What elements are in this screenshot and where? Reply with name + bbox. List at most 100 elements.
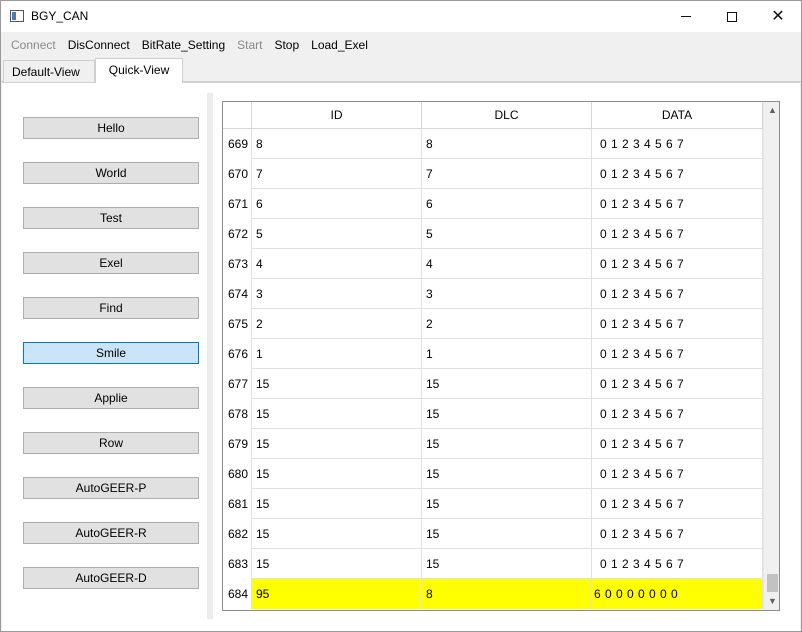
table-row[interactable]: 680 15 15 0 1 2 3 4 5 6 7: [223, 459, 763, 489]
title-bar[interactable]: BGY_CAN ✕: [1, 1, 801, 32]
cell-data[interactable]: 0 1 2 3 4 5 6 7: [592, 129, 763, 159]
cell-data[interactable]: 0 1 2 3 4 5 6 7: [592, 279, 763, 309]
table-row[interactable]: 676 1 1 0 1 2 3 4 5 6 7: [223, 339, 763, 369]
cell-data[interactable]: 0 1 2 3 4 5 6 7: [592, 189, 763, 219]
table-row[interactable]: 677 15 15 0 1 2 3 4 5 6 7: [223, 369, 763, 399]
quick-button-test[interactable]: Test: [23, 207, 199, 229]
table-row[interactable]: 683 15 15 0 1 2 3 4 5 6 7: [223, 549, 763, 579]
quick-button-applie[interactable]: Applie: [23, 387, 199, 409]
cell-id[interactable]: 95: [252, 579, 422, 609]
table-row[interactable]: 670 7 7 0 1 2 3 4 5 6 7: [223, 159, 763, 189]
table-row[interactable]: 684 95 8 6 0 0 0 0 0 0 0: [223, 579, 763, 609]
menu-bitrate-setting[interactable]: BitRate_Setting: [136, 32, 231, 58]
cell-dlc[interactable]: 6: [422, 189, 592, 219]
quick-button-world[interactable]: World: [23, 162, 199, 184]
cell-data[interactable]: 0 1 2 3 4 5 6 7: [592, 459, 763, 489]
cell-id[interactable]: 8: [252, 129, 422, 159]
table-row[interactable]: 672 5 5 0 1 2 3 4 5 6 7: [223, 219, 763, 249]
table-row[interactable]: 669 8 8 0 1 2 3 4 5 6 7: [223, 129, 763, 159]
cell-id[interactable]: 15: [252, 489, 422, 519]
menu-stop[interactable]: Stop: [268, 32, 305, 58]
menu-load-exel[interactable]: Load_Exel: [305, 32, 374, 58]
scroll-down-icon[interactable]: ▼: [764, 593, 779, 610]
cell-data[interactable]: 0 1 2 3 4 5 6 7: [592, 519, 763, 549]
cell-id[interactable]: 3: [252, 279, 422, 309]
cell-dlc[interactable]: 1: [422, 339, 592, 369]
cell-dlc[interactable]: 15: [422, 369, 592, 399]
tab-quick-view[interactable]: Quick-View: [95, 58, 183, 83]
table-row[interactable]: 678 15 15 0 1 2 3 4 5 6 7: [223, 399, 763, 429]
row-number: 677: [223, 369, 252, 399]
cell-data[interactable]: 0 1 2 3 4 5 6 7: [592, 309, 763, 339]
cell-dlc[interactable]: 15: [422, 399, 592, 429]
header-data[interactable]: DATA: [592, 102, 763, 129]
cell-dlc[interactable]: 5: [422, 219, 592, 249]
cell-dlc[interactable]: 15: [422, 459, 592, 489]
scroll-thumb[interactable]: [767, 574, 778, 592]
cell-data[interactable]: 6 0 0 0 0 0 0 0: [592, 579, 763, 609]
cell-id[interactable]: 5: [252, 219, 422, 249]
cell-id[interactable]: 15: [252, 549, 422, 579]
cell-id[interactable]: 15: [252, 369, 422, 399]
close-button[interactable]: ✕: [755, 1, 801, 32]
quick-button-autogeer-d[interactable]: AutoGEER-D: [23, 567, 199, 589]
cell-id[interactable]: 15: [252, 399, 422, 429]
menu-disconnect[interactable]: DisConnect: [62, 32, 136, 58]
tab-default-view[interactable]: Default-View: [3, 60, 95, 82]
cell-id[interactable]: 15: [252, 429, 422, 459]
cell-data[interactable]: 0 1 2 3 4 5 6 7: [592, 339, 763, 369]
table-row[interactable]: 681 15 15 0 1 2 3 4 5 6 7: [223, 489, 763, 519]
cell-id[interactable]: 7: [252, 159, 422, 189]
cell-id[interactable]: 1: [252, 339, 422, 369]
cell-data[interactable]: 0 1 2 3 4 5 6 7: [592, 399, 763, 429]
vertical-scrollbar[interactable]: ▲ ▼: [763, 102, 779, 610]
menu-connect[interactable]: Connect: [5, 32, 62, 58]
quick-button-autogeer-p[interactable]: AutoGEER-P: [23, 477, 199, 499]
quick-button-find[interactable]: Find: [23, 297, 199, 319]
table-header: ID DLC DATA: [223, 102, 763, 129]
cell-id[interactable]: 2: [252, 309, 422, 339]
cell-dlc[interactable]: 3: [422, 279, 592, 309]
minimize-button[interactable]: [663, 1, 709, 32]
cell-id[interactable]: 15: [252, 519, 422, 549]
cell-data[interactable]: 0 1 2 3 4 5 6 7: [592, 429, 763, 459]
quick-button-smile[interactable]: Smile: [23, 342, 199, 364]
cell-dlc[interactable]: 2: [422, 309, 592, 339]
cell-data[interactable]: 0 1 2 3 4 5 6 7: [592, 219, 763, 249]
table-row[interactable]: 675 2 2 0 1 2 3 4 5 6 7: [223, 309, 763, 339]
cell-dlc[interactable]: 8: [422, 129, 592, 159]
window-title: BGY_CAN: [31, 9, 89, 23]
splitter-handle[interactable]: [207, 93, 213, 619]
maximize-button[interactable]: [709, 1, 755, 32]
cell-id[interactable]: 6: [252, 189, 422, 219]
cell-dlc[interactable]: 7: [422, 159, 592, 189]
cell-dlc[interactable]: 15: [422, 489, 592, 519]
cell-dlc[interactable]: 15: [422, 549, 592, 579]
quick-view-panel: Hello World Test Exel Find Smile Applie Row Auto…: [2, 82, 800, 631]
cell-data[interactable]: 0 1 2 3 4 5 6 7: [592, 249, 763, 279]
cell-dlc[interactable]: 15: [422, 429, 592, 459]
cell-dlc[interactable]: 8: [422, 579, 592, 609]
row-number: 681: [223, 489, 252, 519]
cell-id[interactable]: 15: [252, 459, 422, 489]
quick-button-exel[interactable]: Exel: [23, 252, 199, 274]
cell-id[interactable]: 4: [252, 249, 422, 279]
quick-button-hello[interactable]: Hello: [23, 117, 199, 139]
cell-data[interactable]: 0 1 2 3 4 5 6 7: [592, 159, 763, 189]
quick-button-autogeer-r[interactable]: AutoGEER-R: [23, 522, 199, 544]
table-row[interactable]: 679 15 15 0 1 2 3 4 5 6 7: [223, 429, 763, 459]
cell-dlc[interactable]: 4: [422, 249, 592, 279]
table-row[interactable]: 671 6 6 0 1 2 3 4 5 6 7: [223, 189, 763, 219]
table-row[interactable]: 682 15 15 0 1 2 3 4 5 6 7: [223, 519, 763, 549]
table-row[interactable]: 674 3 3 0 1 2 3 4 5 6 7: [223, 279, 763, 309]
table-row[interactable]: 673 4 4 0 1 2 3 4 5 6 7: [223, 249, 763, 279]
scroll-up-icon[interactable]: ▲: [764, 102, 779, 119]
cell-data[interactable]: 0 1 2 3 4 5 6 7: [592, 549, 763, 579]
cell-data[interactable]: 0 1 2 3 4 5 6 7: [592, 369, 763, 399]
cell-dlc[interactable]: 15: [422, 519, 592, 549]
menu-start[interactable]: Start: [231, 32, 268, 58]
quick-button-row[interactable]: Row: [23, 432, 199, 454]
cell-data[interactable]: 0 1 2 3 4 5 6 7: [592, 489, 763, 519]
header-dlc[interactable]: DLC: [422, 102, 592, 129]
header-id[interactable]: ID: [252, 102, 422, 129]
